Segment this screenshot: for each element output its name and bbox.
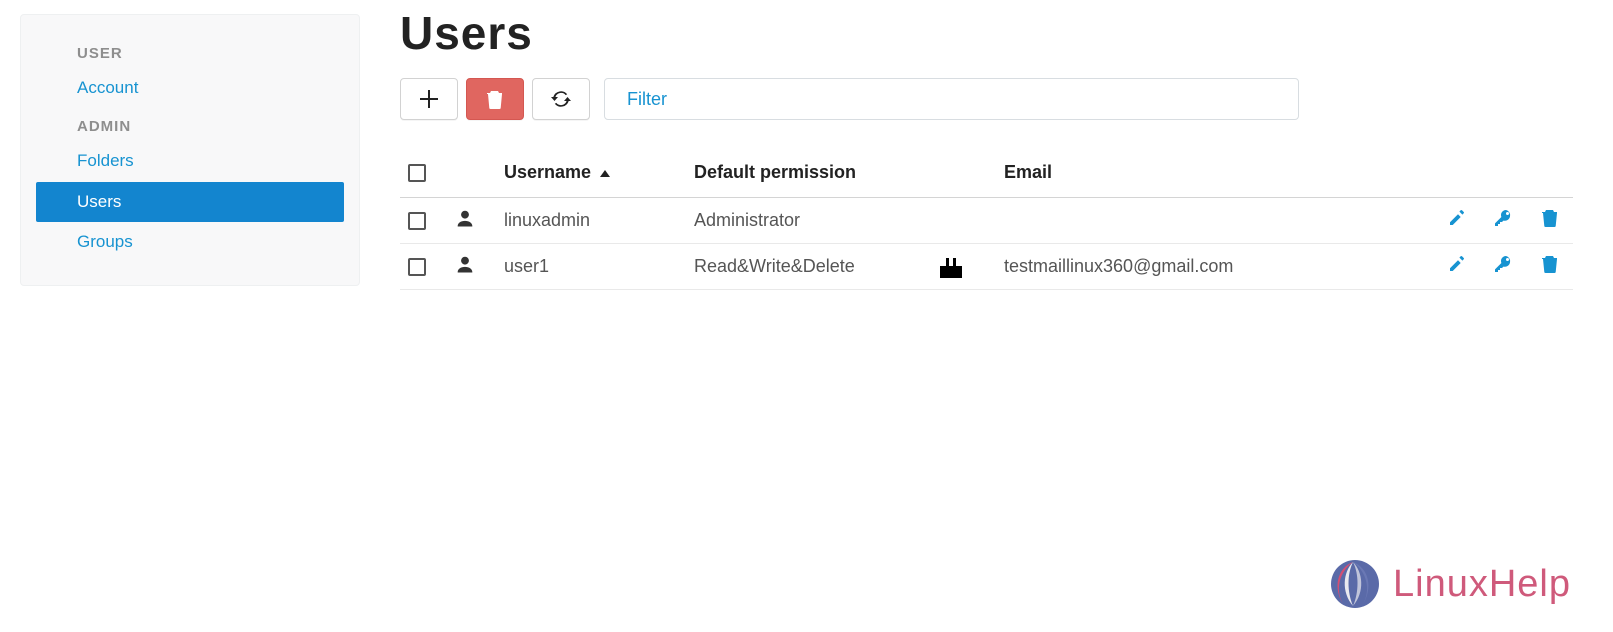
sidebar-item-groups[interactable]: Groups [21, 222, 359, 262]
logo-text: LinuxHelp [1393, 563, 1571, 606]
column-email[interactable]: Email [996, 152, 1413, 198]
row-checkbox[interactable] [408, 258, 426, 276]
users-table: Username Default permission Email linuxa… [400, 152, 1573, 290]
toolbar [400, 78, 1573, 120]
column-permission[interactable]: Default permission [686, 152, 996, 198]
cell-permission: Administrator [686, 198, 996, 244]
sidebar: USER Account ADMIN Folders Users Groups [20, 14, 360, 286]
cell-username[interactable]: user1 [496, 244, 686, 290]
cell-email [996, 198, 1413, 244]
edit-icon[interactable] [1447, 254, 1467, 279]
main-content: Users [400, 6, 1573, 290]
sidebar-item-users[interactable]: Users [36, 182, 344, 222]
key-icon[interactable] [1493, 208, 1515, 233]
plus-icon [420, 90, 438, 108]
column-username[interactable]: Username [496, 152, 686, 198]
filter-input[interactable] [604, 78, 1299, 120]
branding-logo: LinuxHelp [1323, 558, 1571, 610]
table-header-row: Username Default permission Email [400, 152, 1573, 198]
delete-button[interactable] [466, 78, 524, 120]
refresh-button[interactable] [532, 78, 590, 120]
table-row: user1 Read&Write&Delete testmaillinux360… [400, 244, 1573, 290]
delete-row-icon[interactable] [1541, 254, 1559, 279]
cell-permission: Read&Write&Delete [686, 244, 996, 290]
key-icon[interactable] [1493, 254, 1515, 279]
column-username-label: Username [504, 162, 591, 182]
sidebar-section-user: USER [21, 41, 359, 68]
sidebar-item-account[interactable]: Account [21, 68, 359, 108]
refresh-icon [551, 90, 571, 108]
sort-asc-icon [600, 170, 610, 177]
sidebar-item-folders[interactable]: Folders [21, 141, 359, 181]
logo-icon [1323, 558, 1383, 610]
add-button[interactable] [400, 78, 458, 120]
delete-row-icon[interactable] [1541, 208, 1559, 233]
row-checkbox[interactable] [408, 212, 426, 230]
user-icon [456, 211, 474, 231]
edit-icon[interactable] [1447, 208, 1467, 233]
trash-icon [486, 89, 504, 109]
table-row: linuxadmin Administrator [400, 198, 1573, 244]
select-all-checkbox[interactable] [408, 164, 426, 182]
page-title: Users [400, 6, 1573, 60]
user-icon [456, 257, 474, 277]
sidebar-section-admin: ADMIN [21, 114, 359, 141]
cell-email: testmaillinux360@gmail.com [996, 244, 1413, 290]
cell-username[interactable]: linuxadmin [496, 198, 686, 244]
